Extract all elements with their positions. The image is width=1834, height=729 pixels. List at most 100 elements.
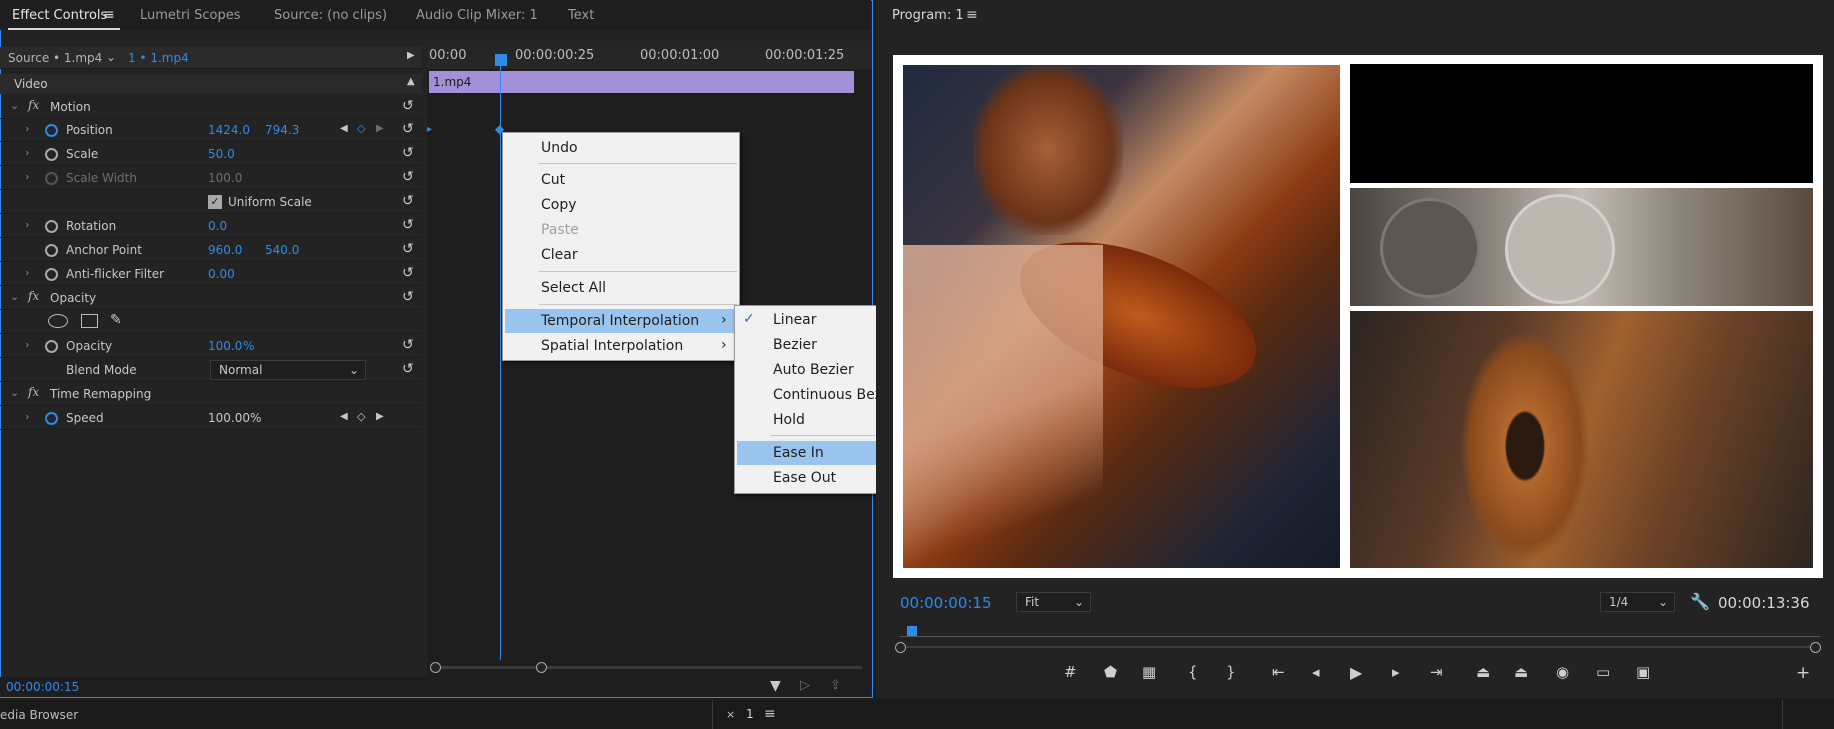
menu-item-select-all[interactable]: Select All: [503, 276, 739, 300]
reset-icon[interactable]: ↺: [402, 145, 414, 161]
reset-icon[interactable]: ↺: [402, 265, 414, 281]
scale-row[interactable]: › Scale 50.0 ↺: [0, 142, 422, 166]
export-frame-camera-icon[interactable]: ◉: [1556, 663, 1569, 681]
add-marker-icon[interactable]: ⬟: [1104, 663, 1117, 681]
motion-effect-row[interactable]: ⌄ fx Motion ↺: [0, 95, 422, 119]
program-zoom-handle-left[interactable]: [895, 642, 906, 653]
anchor-y-value[interactable]: 540.0: [265, 243, 299, 257]
panel-menu-icon[interactable]: ≡: [966, 7, 978, 23]
menu-item-spatial-interpolation[interactable]: Spatial Interpolation: [503, 334, 739, 358]
collapse-up-icon[interactable]: ▲: [407, 76, 415, 87]
menu-item-paste[interactable]: Paste: [503, 218, 739, 242]
tab-media-browser[interactable]: edia Browser: [0, 708, 78, 722]
stopwatch-icon[interactable]: [45, 148, 58, 161]
expand-chevron-icon[interactable]: ›: [25, 146, 29, 159]
master-clip-label[interactable]: Source • 1.mp4: [8, 51, 102, 65]
mark-out-icon[interactable]: }: [1226, 663, 1236, 681]
expand-chevron-icon[interactable]: ›: [25, 410, 29, 423]
tab-sequence[interactable]: 1: [746, 707, 754, 721]
program-playhead-handle[interactable]: [907, 626, 917, 636]
reset-icon[interactable]: ↺: [402, 337, 414, 353]
reset-icon[interactable]: ↺: [402, 361, 414, 377]
blend-mode-row[interactable]: Blend Mode Normal ⌄ ↺: [0, 358, 422, 382]
opacity-value[interactable]: 100.0: [208, 339, 242, 353]
export-icon[interactable]: ⇪: [830, 678, 841, 693]
go-to-in-icon[interactable]: ⇤: [1272, 663, 1285, 681]
opacity-effect-row[interactable]: ⌄ fx Opacity ↺: [0, 286, 422, 310]
rotation-value[interactable]: 0.0: [208, 219, 227, 233]
rectangle-mask-icon[interactable]: [81, 314, 98, 328]
reset-icon[interactable]: ↺: [402, 289, 414, 305]
program-video-frame[interactable]: [893, 55, 1823, 578]
extract-icon[interactable]: ⏏: [1514, 663, 1528, 681]
expand-chevron-icon[interactable]: ›: [25, 266, 29, 279]
ec-timecode[interactable]: 00:00:00:15: [6, 680, 79, 694]
next-keyframe-icon[interactable]: ▶: [376, 411, 384, 422]
antiflicker-row[interactable]: › Anti-flicker Filter 0.00 ↺: [0, 262, 422, 286]
prev-keyframe-icon[interactable]: ◀: [340, 123, 348, 134]
add-keyframe-icon[interactable]: ◇: [357, 122, 365, 135]
rotation-row[interactable]: › Rotation 0.0 ↺: [0, 214, 422, 238]
anchor-point-row[interactable]: Anchor Point 960.0 540.0 ↺: [0, 238, 422, 262]
zoom-handle-right[interactable]: [536, 662, 547, 673]
go-to-out-icon[interactable]: ⇥: [1430, 663, 1443, 681]
comparison-view-icon[interactable]: ▭: [1596, 663, 1610, 681]
program-ruler[interactable]: [900, 636, 1820, 637]
speed-row[interactable]: › Speed 100.00% ◀ ◇ ▶: [0, 406, 422, 430]
reset-icon[interactable]: ↺: [402, 121, 414, 137]
tab-audio-clip-mixer[interactable]: Audio Clip Mixer: 1: [416, 8, 538, 23]
step-forward-icon[interactable]: ▸: [1392, 663, 1400, 681]
reset-icon[interactable]: ↺: [402, 98, 414, 114]
ellipse-mask-icon[interactable]: [48, 314, 68, 328]
blend-mode-select[interactable]: Normal ⌄: [210, 360, 366, 380]
fx-badge-icon[interactable]: fx: [28, 98, 39, 112]
time-ruler[interactable]: 00:00 00:00:00:25 00:00:01:00 00:00:01:2…: [427, 47, 872, 69]
expand-chevron-icon[interactable]: ›: [25, 122, 29, 135]
button-editor-plus-icon[interactable]: +: [1796, 663, 1810, 683]
pen-mask-icon[interactable]: ✎: [110, 312, 122, 328]
playhead-line[interactable]: [500, 60, 501, 660]
position-y-value[interactable]: 794.3: [265, 123, 299, 137]
zoom-fit-select[interactable]: Fit ⌄: [1016, 592, 1091, 612]
proxy-toggle-icon[interactable]: ▣: [1636, 663, 1650, 681]
opacity-row[interactable]: › Opacity 100.0 % ↺: [0, 334, 422, 358]
timeline-zoom-track[interactable]: [432, 666, 862, 669]
program-zoom-handle-right[interactable]: [1810, 642, 1821, 653]
prev-keyframe-icon[interactable]: ◀: [340, 411, 348, 422]
stopwatch-icon[interactable]: [45, 244, 58, 257]
fx-badge-icon[interactable]: fx: [28, 385, 39, 399]
tab-text[interactable]: Text: [568, 8, 594, 23]
position-row[interactable]: › Position 1424.0 794.3 ◀ ◇ ▶ ↺: [0, 118, 422, 142]
menu-item-copy[interactable]: Copy: [503, 193, 739, 217]
menu-item-temporal-interpolation[interactable]: Temporal Interpolation: [505, 309, 737, 333]
filter-icon[interactable]: ▼: [770, 678, 781, 694]
add-keyframe-icon[interactable]: ◇: [357, 410, 365, 423]
menu-item-clear[interactable]: Clear: [503, 243, 739, 267]
play-only-icon[interactable]: ▶: [407, 50, 415, 61]
tab-effect-controls[interactable]: Effect Controls: [12, 8, 107, 23]
tab-lumetri-scopes[interactable]: Lumetri Scopes: [140, 8, 240, 23]
antiflicker-value[interactable]: 0.00: [208, 267, 235, 281]
stopwatch-icon[interactable]: [45, 268, 58, 281]
reset-icon[interactable]: ↺: [402, 217, 414, 233]
scale-value[interactable]: 50.0: [208, 147, 235, 161]
chevron-down-icon[interactable]: ⌄: [106, 50, 116, 64]
expand-chevron-icon[interactable]: ›: [25, 338, 29, 351]
add-marker-grid-icon[interactable]: #: [1064, 663, 1077, 681]
program-zoom-track[interactable]: [900, 646, 1817, 648]
close-tab-icon[interactable]: ×: [726, 708, 735, 721]
expand-chevron-icon[interactable]: ⌄: [10, 99, 19, 112]
fx-badge-icon[interactable]: fx: [28, 289, 39, 303]
stopwatch-icon[interactable]: [45, 220, 58, 233]
uniform-scale-checkbox[interactable]: ✓: [208, 195, 222, 209]
playhead-handle[interactable]: [495, 54, 507, 66]
panel-menu-icon[interactable]: ≡: [764, 706, 776, 722]
position-x-value[interactable]: 1424.0: [208, 123, 250, 137]
reset-icon[interactable]: ↺: [402, 241, 414, 257]
stopwatch-icon[interactable]: [45, 412, 58, 425]
menu-item-undo[interactable]: Undo: [503, 136, 739, 160]
time-remap-effect-row[interactable]: ⌄ fx Time Remapping: [0, 382, 422, 406]
wrench-settings-icon[interactable]: 🔧: [1690, 592, 1710, 611]
next-keyframe-icon[interactable]: ▶: [376, 123, 384, 134]
speed-value[interactable]: 100.00%: [208, 411, 261, 425]
